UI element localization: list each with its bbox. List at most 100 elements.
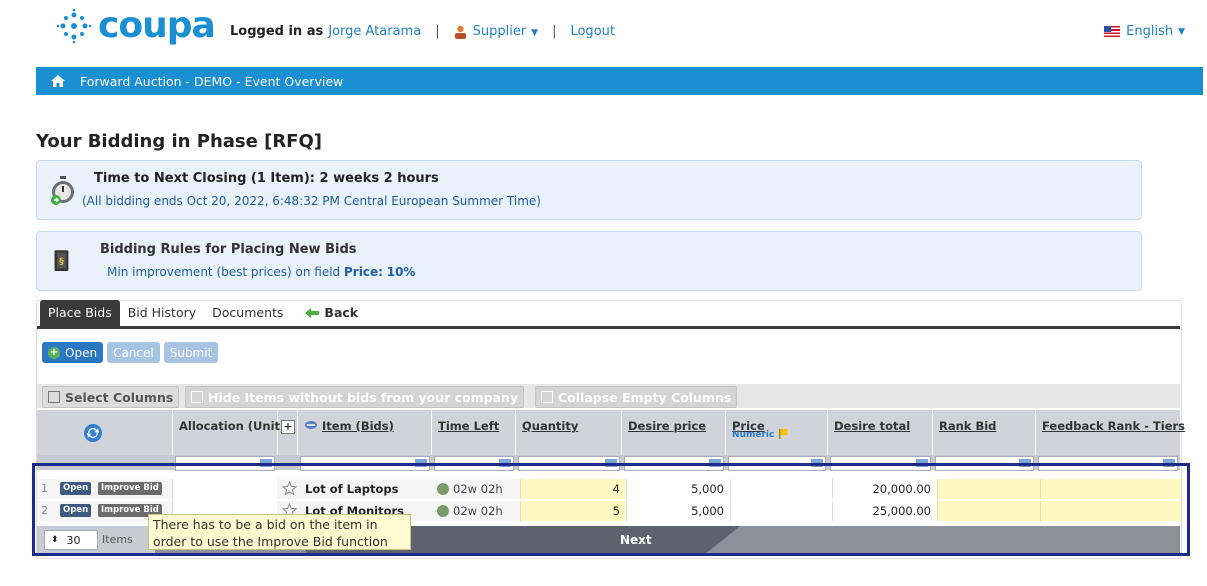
row-number: 1: [41, 482, 48, 495]
breadcrumb-bar: Forward Auction - DEMO - Event Overview: [36, 67, 1203, 95]
breadcrumb-title[interactable]: Forward Auction - DEMO - Event Overview: [80, 74, 343, 89]
rules-subtext: Min improvement (best prices) on field P…: [107, 265, 416, 279]
tab-bid-history[interactable]: Bid History: [120, 300, 204, 326]
collapse-columns-checkbox[interactable]: Collapse Empty Columns: [535, 386, 738, 408]
rank-bid-cell: [937, 501, 1040, 521]
improve-bid-button[interactable]: Improve Bid: [98, 482, 162, 495]
grid-col-actions: [37, 410, 173, 456]
grid-col-desire-total[interactable]: Desire total: [828, 410, 933, 456]
back-arrow-icon: [305, 308, 320, 318]
feedback-rank-cell: [1040, 479, 1181, 499]
open-button[interactable]: + Open: [42, 342, 104, 363]
rank-bid-cell: [937, 479, 1040, 499]
price-input-cell[interactable]: [730, 479, 832, 499]
filter-input-desire-total[interactable]: [830, 456, 931, 471]
filter-input-rank-bid[interactable]: [935, 456, 1034, 471]
closing-subtext: (All bidding ends Oct 20, 2022, 6:48:32 …: [82, 194, 541, 208]
logout-link[interactable]: Logout: [570, 24, 615, 39]
improve-bid-tooltip: There has to be a bid on the item in ord…: [148, 514, 411, 550]
checkbox-icon: [191, 391, 203, 403]
svg-text:§: §: [59, 256, 64, 267]
desire-price-cell: 5,000: [626, 501, 730, 521]
clock-icon: [437, 505, 449, 517]
stepper-icon: ⬍: [51, 535, 59, 545]
grid-col-desire-price[interactable]: Desire price: [622, 410, 726, 456]
top-navigation: Logged in as Jorge Atarama | Supplier ▼ |…: [230, 24, 615, 39]
allocation-cell[interactable]: [172, 479, 277, 499]
filter-input-desire-price[interactable]: [624, 456, 724, 471]
row-open-button[interactable]: Open: [60, 482, 92, 495]
cancel-button[interactable]: Cancel: [107, 342, 160, 363]
logo-text: coupa: [98, 5, 216, 46]
filter-input-quantity[interactable]: [518, 456, 620, 471]
select-columns-button[interactable]: Select Columns: [42, 386, 180, 408]
grid-col-price[interactable]: Price Numeric: [726, 410, 828, 456]
us-flag-icon: [1104, 26, 1121, 37]
item-name[interactable]: Lot of Laptops: [305, 482, 398, 496]
items-label: Items: [102, 533, 133, 546]
grid-col-quantity[interactable]: Quantity: [516, 410, 622, 456]
plus-icon: +: [48, 346, 60, 359]
flag-icon: [779, 429, 788, 439]
closing-heading: Time to Next Closing (1 Item): 2 weeks 2…: [94, 171, 439, 186]
filter-icon: [260, 459, 272, 467]
refresh-icon[interactable]: [83, 423, 103, 443]
row-number: 2: [41, 504, 48, 517]
tab-documents[interactable]: Documents: [204, 300, 291, 326]
quantity-cell: 4: [520, 479, 626, 499]
hide-items-checkbox[interactable]: Hide Items without bids from your compan…: [185, 386, 525, 408]
next-page-button[interactable]: Next: [620, 533, 652, 547]
grid-col-feedback-rank[interactable]: Feedback Rank - Tiers: [1036, 410, 1185, 456]
filter-input-allocation[interactable]: [175, 456, 275, 471]
table-row: 1 Open Improve Bid Lot of Laptops 02w 02…: [37, 479, 1181, 499]
grid-col-time-left[interactable]: Time Left: [432, 410, 516, 456]
supplier-menu[interactable]: Supplier ▼: [473, 24, 538, 39]
price-type-label: Numeric: [732, 430, 775, 440]
grid-col-item[interactable]: Item (Bids): [298, 410, 432, 456]
filter-icon: [415, 459, 427, 467]
filter-input-item[interactable]: [300, 456, 430, 471]
grid-col-allocation[interactable]: Allocation (Unit): [173, 410, 285, 456]
language-selector[interactable]: English ▼: [1104, 24, 1185, 39]
submit-button[interactable]: Submit: [163, 342, 219, 363]
home-icon[interactable]: [50, 74, 66, 88]
checkbox-icon: [541, 391, 553, 403]
rules-heading: Bidding Rules for Placing New Bids: [100, 242, 357, 257]
chevron-down-icon: ▼: [1178, 26, 1185, 37]
filter-icon: [499, 459, 511, 467]
feedback-rank-cell: [1040, 501, 1181, 521]
rules-book-icon: §: [54, 250, 69, 271]
grid-col-rank-bid[interactable]: Rank Bid: [933, 410, 1036, 456]
coupa-logo[interactable]: coupa: [56, 5, 216, 46]
filter-icon: [1019, 459, 1031, 467]
time-left-value: 02w 02h: [437, 504, 503, 518]
desire-total-cell: 25,000.00: [832, 501, 937, 521]
star-icon[interactable]: [282, 481, 297, 496]
checkbox-icon: [48, 391, 60, 403]
sort-icon: [305, 421, 317, 429]
row-open-button[interactable]: Open: [60, 504, 92, 517]
filter-input-time-left[interactable]: [434, 456, 514, 471]
back-button[interactable]: Back: [297, 300, 366, 326]
filter-icon: [1163, 459, 1175, 467]
per-page-select[interactable]: ⬍ 30: [44, 530, 98, 550]
filter-icon: [916, 459, 928, 467]
coupa-snowflake-icon: [56, 8, 92, 44]
desire-total-cell: 20,000.00: [832, 479, 937, 499]
filter-input-price[interactable]: [728, 456, 826, 471]
price-input-cell[interactable]: [730, 501, 832, 521]
desire-price-cell: 5,000: [626, 479, 730, 499]
tab-bar: Place Bids Bid History Documents Back: [36, 300, 366, 326]
filter-icon: [709, 459, 721, 467]
user-name-link[interactable]: Jorge Atarama: [328, 24, 421, 39]
filter-input-feedback-rank[interactable]: [1038, 456, 1178, 471]
expand-plus-icon[interactable]: +: [281, 420, 295, 434]
grid-col-expand[interactable]: +: [278, 410, 298, 456]
time-left-value: 02w 02h: [437, 482, 503, 496]
stopwatch-icon: [51, 176, 74, 205]
tab-place-bids[interactable]: Place Bids: [40, 300, 120, 326]
clock-icon: [437, 483, 449, 495]
tab-underline: [37, 326, 1180, 329]
quantity-cell: 5: [520, 501, 626, 521]
closing-time-panel: Time to Next Closing (1 Item): 2 weeks 2…: [36, 160, 1142, 220]
